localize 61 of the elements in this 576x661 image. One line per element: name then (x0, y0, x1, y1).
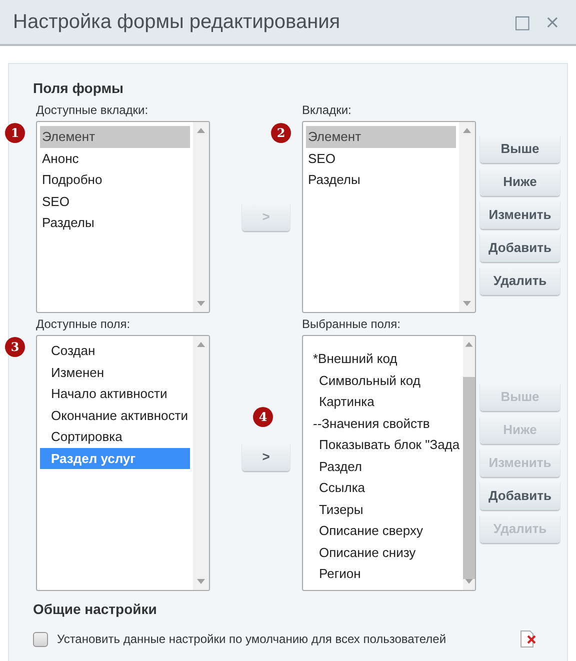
action-button[interactable]: Ниже (480, 166, 560, 196)
list-box[interactable]: Элемент Анонс Подробно SEO Разделы (36, 121, 210, 313)
scroll-down-icon[interactable] (197, 579, 205, 584)
scroll-down-icon[interactable] (197, 301, 205, 306)
list-item[interactable]: Ссылка (306, 477, 460, 498)
list-item[interactable]: SEO (306, 148, 456, 169)
scroll-up-icon[interactable] (463, 128, 471, 133)
scrollbar[interactable] (459, 122, 475, 312)
checkbox[interactable] (33, 632, 48, 646)
list-item[interactable]: Показывать блок "Зада (306, 434, 460, 456)
list-label: Вкладки: (302, 103, 352, 117)
list-item[interactable]: Разделы (306, 169, 456, 190)
list-item[interactable]: SEO (40, 190, 190, 212)
list-item[interactable]: Описание сверху (306, 520, 460, 542)
list-item[interactable]: Изменен (40, 362, 190, 383)
action-button[interactable]: Добавить (480, 232, 560, 262)
list-box[interactable]: *Внешний код Символьный код Картинка --Значения свойств Показывать блок "Зада Раздел Ссылка Тизеры Описание сверху Описание снизу Регион (302, 335, 476, 591)
scroll-up-icon[interactable] (197, 342, 205, 347)
list-item[interactable]: Элемент (306, 126, 456, 148)
list-label: Доступные поля: (36, 317, 132, 331)
number-badge: 2 (271, 123, 291, 143)
action-button[interactable]: Выше (480, 133, 560, 163)
list-item[interactable]: Создан (40, 340, 190, 362)
move-button[interactable]: > (242, 441, 290, 471)
checkbox-label: Установить данные настройки по умолчанию для всех пользователей (57, 632, 448, 646)
scrollbar[interactable] (193, 122, 209, 312)
list-item[interactable]: Элемент (40, 126, 190, 148)
section-title: Поля формы (33, 80, 125, 96)
list-box[interactable]: Создан Изменен Начало активности Окончание активности Сортировка Раздел услуг (36, 335, 210, 591)
number-badge: 3 (5, 337, 25, 357)
action-button[interactable]: Добавить (480, 480, 560, 510)
list-item[interactable]: Подробно (40, 169, 190, 190)
list-item[interactable]: Символьный код (306, 370, 460, 391)
scrollbar[interactable] (193, 336, 209, 590)
number-badge: 1 (5, 123, 25, 143)
list-box[interactable]: Элемент SEO Разделы (302, 121, 476, 313)
list-item[interactable]: Сортировка (40, 426, 190, 448)
list-item[interactable]: Регион (306, 563, 460, 584)
scroll-up-icon[interactable] (197, 128, 205, 133)
list-item[interactable]: Разделы (40, 212, 190, 234)
list-label: Выбранные поля: (302, 317, 402, 331)
list-item[interactable]: *Внешний код (306, 348, 460, 370)
action-button[interactable]: Изменить (480, 199, 560, 229)
list-item[interactable]: Анонс (40, 148, 190, 169)
window-title: Настройка формы редактирования (13, 10, 342, 34)
list-item[interactable]: Тизеры (306, 498, 460, 520)
action-button[interactable]: Удалить (480, 265, 560, 295)
section-title: Общие настройки (33, 601, 158, 617)
scroll-thumb[interactable] (462, 376, 475, 580)
list-item[interactable]: Окончание активности (40, 404, 190, 426)
list-label: Доступные вкладки: (36, 103, 150, 117)
list-item[interactable]: Раздел (306, 456, 460, 477)
list-item[interactable]: Начало активности (40, 383, 190, 404)
scroll-down-icon[interactable] (463, 301, 471, 306)
list-item[interactable]: --Значения свойств (306, 412, 460, 434)
list-item[interactable]: Описание снизу (306, 542, 460, 563)
number-badge: 4 (253, 407, 273, 427)
scroll-up-icon[interactable] (464, 342, 473, 347)
reset-document-icon[interactable] (519, 630, 537, 648)
scrollbar[interactable] (462, 336, 475, 590)
list-item[interactable]: Картинка (306, 391, 460, 412)
